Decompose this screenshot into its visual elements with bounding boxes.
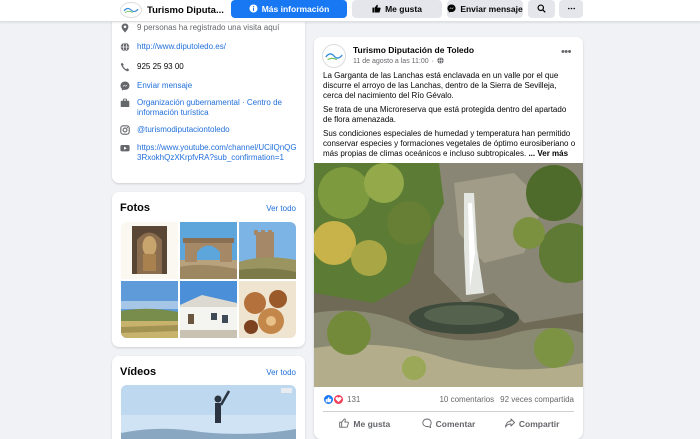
send-message-button[interactable]: Enviar mensaje (447, 0, 523, 18)
category-row: Organización gubernamental · Centro de i… (120, 98, 300, 117)
phone-icon (120, 62, 130, 72)
page-header-bar: Turismo Diputa... Más información Me gus… (0, 0, 700, 22)
public-icon (437, 57, 444, 66)
website-link[interactable]: http://www.diputoledo.es/ (137, 42, 226, 52)
videos-title[interactable]: Vídeos (120, 366, 156, 378)
phone-text[interactable]: 925 25 93 00 (137, 62, 184, 72)
page-name[interactable]: Turismo Diputa... (147, 5, 224, 16)
post-paragraph: La Garganta de las Lanchas está enclavad… (323, 71, 559, 100)
post-author-name[interactable]: Turismo Diputación de Toledo (353, 45, 474, 55)
share-button[interactable]: Compartir (490, 414, 574, 434)
post-author-avatar[interactable] (322, 44, 346, 68)
globe-icon (120, 42, 130, 52)
page-logo[interactable] (120, 2, 142, 18)
separator-dot: · (431, 58, 434, 65)
post-actions: Me gusta Comentar Compartir (323, 414, 574, 434)
check-in-icon (120, 23, 130, 33)
reaction-summary[interactable]: 131 (323, 394, 360, 405)
photo-thumbnail[interactable] (180, 281, 237, 338)
love-reaction-icon (333, 394, 344, 405)
post-more-options[interactable]: ••• (561, 46, 572, 58)
website-row: http://www.diputoledo.es/ (120, 42, 300, 52)
youtube-row: https://www.youtube.com/channel/UCilQnQG… (120, 143, 300, 162)
more-info-button[interactable]: Más información (231, 0, 347, 18)
post-card: Turismo Diputación de Toledo 11 de agost… (314, 37, 583, 439)
category-link[interactable]: Organización gubernamental · Centro de i… (137, 98, 300, 117)
post-date[interactable]: 11 de agosto a las 11:00 (353, 58, 429, 65)
visits-row: 9 personas ha registrado una visita aquí (120, 23, 300, 33)
more-icon (567, 4, 576, 15)
photo-thumbnail[interactable] (121, 281, 178, 338)
video-thumbnail[interactable] (121, 385, 296, 439)
comments-count[interactable]: 10 comentarios (439, 395, 494, 404)
post-divider (323, 411, 574, 412)
shares-count[interactable]: 92 veces compartida (500, 395, 574, 404)
post-text: La Garganta de las Lanchas está enclavad… (323, 71, 577, 163)
like-post-label: Me gusta (353, 419, 391, 429)
instagram-row: @turismodiputaciontoledo (120, 125, 300, 135)
messenger-icon (120, 81, 130, 91)
photo-thumbnail[interactable] (180, 222, 237, 279)
like-page-button[interactable]: Me gusta (352, 0, 442, 18)
message-row: Enviar mensaje (120, 81, 300, 91)
comment-icon (422, 418, 432, 430)
photos-card: Fotos Ver todo (112, 192, 305, 347)
visits-text: 9 personas ha registrado una visita aquí (137, 23, 280, 32)
more-info-label: Más información (261, 4, 330, 14)
videos-see-all-link[interactable]: Ver todo (266, 368, 296, 377)
briefcase-icon (120, 98, 130, 108)
more-options-button[interactable] (559, 0, 583, 18)
engagement-counts: 10 comentarios 92 veces compartida (439, 395, 574, 404)
send-message-label: Enviar mensaje (460, 4, 523, 14)
search-page-button[interactable] (528, 0, 555, 18)
comment-button[interactable]: Comentar (407, 414, 491, 434)
share-icon (504, 418, 515, 430)
info-icon (249, 3, 258, 15)
photos-title[interactable]: Fotos (120, 202, 150, 214)
photo-thumbnail[interactable] (239, 281, 296, 338)
post-paragraph: Se trata de una Microreserva que está pr… (323, 105, 567, 124)
instagram-icon (120, 125, 130, 135)
comment-label: Comentar (435, 419, 476, 429)
instagram-link[interactable]: @turismodiputaciontoledo (137, 125, 230, 135)
search-icon (537, 3, 546, 15)
phone-row: 925 25 93 00 (120, 62, 300, 72)
about-card: 9 personas ha registrado una visita aquí… (112, 0, 305, 183)
post-image[interactable] (314, 163, 583, 387)
photo-thumbnail[interactable] (239, 222, 296, 279)
youtube-icon (120, 143, 130, 153)
videos-card: Vídeos Ver todo (112, 356, 305, 439)
thumbs-up-icon (339, 418, 350, 430)
messenger-icon (447, 3, 456, 15)
see-more-link[interactable]: ... Ver más (528, 149, 568, 158)
like-post-button[interactable]: Me gusta (323, 414, 407, 434)
thumbs-up-icon (372, 4, 381, 15)
like-page-label: Me gusta (385, 4, 422, 14)
post-paragraph: Sus condiciones especiales de humedad y … (323, 129, 577, 159)
reaction-count: 131 (347, 395, 361, 404)
photo-thumbnail[interactable] (121, 222, 178, 279)
share-label: Compartir (518, 419, 560, 429)
send-message-link[interactable]: Enviar mensaje (137, 81, 192, 91)
youtube-link[interactable]: https://www.youtube.com/channel/UCilQnQG… (137, 143, 300, 162)
photos-see-all-link[interactable]: Ver todo (266, 204, 296, 213)
post-meta: 11 de agosto a las 11:00 · (353, 57, 444, 66)
